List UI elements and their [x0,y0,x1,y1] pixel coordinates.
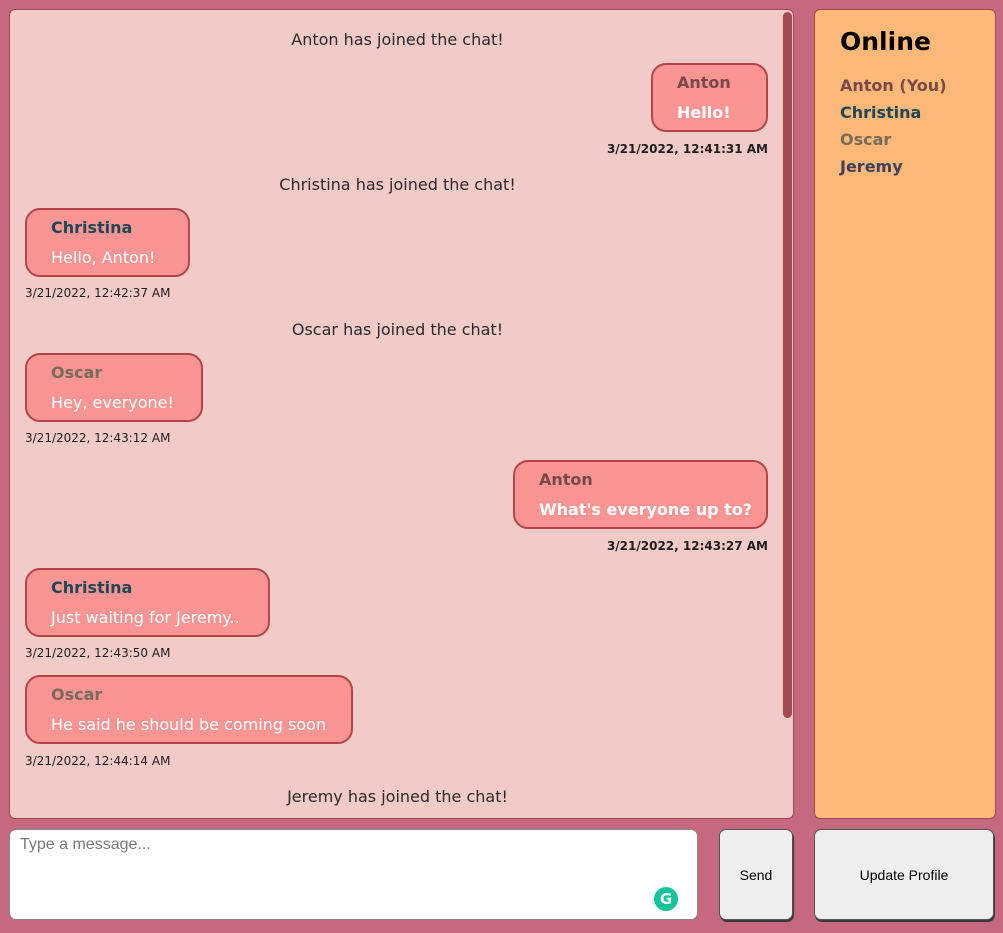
message-text: What's everyone up to? [539,500,753,519]
message-timestamp: 3/21/2022, 12:44:14 AM [25,754,171,768]
message-sender: Oscar [51,363,103,382]
message-text: Hey, everyone! [51,393,174,412]
message-timestamp: 3/21/2022, 12:43:12 AM [25,431,171,445]
message-timestamp: 3/21/2022, 12:42:37 AM [25,286,171,300]
system-message: Christina has joined the chat! [279,175,516,194]
message-timestamp: 3/21/2022, 12:43:27 AM [606,539,768,553]
message-bubble: Oscar He said he should be coming soon [25,675,353,744]
message-bubble: Christina Just waiting for Jeremy.. [25,568,270,637]
system-message: Jeremy has joined the chat! [287,787,508,806]
message-sender: Anton [677,73,731,92]
chat-log[interactable]: Anton has joined the chat! Anton Hello! … [9,9,794,819]
message-timestamp: 3/21/2022, 12:41:31 AM [606,142,768,156]
message-bubble: Anton Hello! [651,63,768,132]
message-bubble: Anton What's everyone up to? [513,460,768,529]
update-profile-button[interactable]: Update Profile [814,829,994,920]
message-input[interactable] [9,829,698,920]
online-panel: Online Anton (You) Christina Oscar Jerem… [814,9,996,819]
online-user: Christina [840,103,922,122]
message-sender: Anton [539,470,593,489]
system-message: Anton has joined the chat! [291,30,504,49]
grammarly-icon[interactable]: G [654,887,678,911]
online-title: Online [840,27,931,56]
message-text: Hello! [677,103,731,122]
message-sender: Christina [51,218,133,237]
message-text: He said he should be coming soon [51,715,327,734]
online-user: Anton (You) [840,76,947,95]
message-sender: Christina [51,578,133,597]
message-timestamp: 3/21/2022, 12:43:50 AM [25,646,171,660]
message-bubble: Oscar Hey, everyone! [25,353,203,422]
system-message: Oscar has joined the chat! [291,320,504,339]
online-user: Jeremy [840,157,903,176]
send-button[interactable]: Send [719,829,793,920]
message-sender: Oscar [51,685,103,704]
chat-scrollbar[interactable] [783,12,792,718]
message-text: Hello, Anton! [51,248,156,267]
online-user: Oscar [840,130,892,149]
message-bubble: Christina Hello, Anton! [25,208,190,277]
message-text: Just waiting for Jeremy.. [51,608,240,627]
